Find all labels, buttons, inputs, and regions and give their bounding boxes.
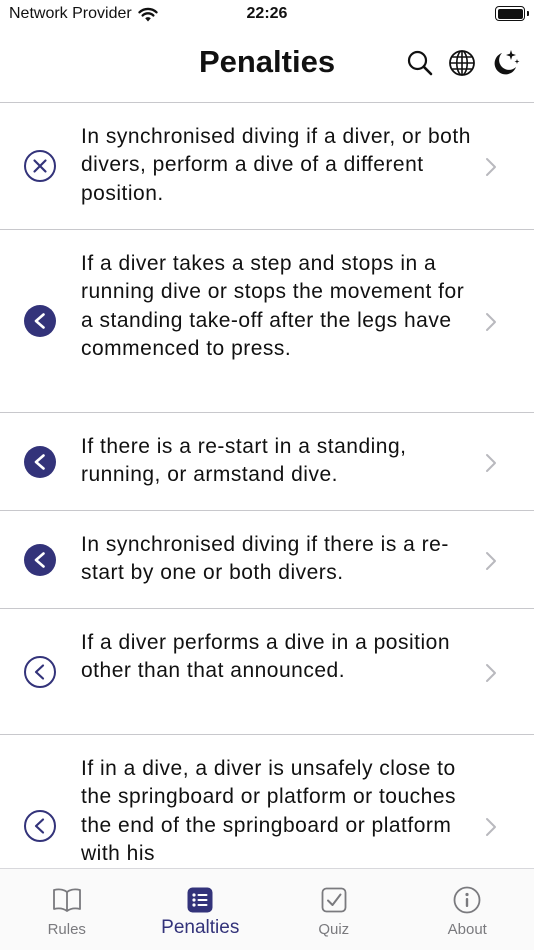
penalty-row[interactable]: If there is a re-start in a standing, ru… (0, 413, 534, 511)
tab-label: Penalties (161, 917, 240, 938)
penalty-row[interactable]: If in a dive, a diver is unsafely close … (0, 735, 534, 868)
navigation-bar: Penalties (0, 30, 534, 103)
penalty-text: In synchronised diving if there is a re-… (81, 533, 449, 585)
chevron-right-icon (486, 158, 496, 176)
tab-bar: Rules Penalties Quiz About (0, 868, 534, 950)
chevron-right-icon (486, 552, 496, 570)
penalty-text: If a diver performs a dive in a position… (81, 631, 451, 683)
chevron-right-icon (486, 818, 496, 836)
tab-label: About (447, 921, 487, 938)
penalty-text: If there is a re-start in a standing, ru… (81, 435, 407, 487)
tab-about[interactable]: About (401, 869, 534, 950)
chevron-left-filled-circle-icon (24, 446, 56, 478)
chevron-left-filled-circle-icon (24, 305, 56, 337)
tab-label: Quiz (318, 921, 350, 938)
list-icon (185, 885, 215, 915)
tab-label: Rules (47, 921, 86, 938)
language-button[interactable] (447, 48, 477, 78)
status-bar: Network Provider 22:26 (0, 0, 534, 30)
penalty-text: In synchronised diving if a diver, or bo… (81, 125, 471, 205)
chevron-left-circle-icon (24, 656, 56, 688)
penalty-row[interactable]: In synchronised diving if a diver, or bo… (0, 103, 534, 230)
chevron-left-filled-circle-icon (24, 544, 56, 576)
search-icon (407, 50, 433, 76)
penalty-row[interactable]: In synchronised diving if there is a re-… (0, 511, 534, 609)
chevron-right-icon (486, 664, 496, 682)
penalty-row[interactable]: If a diver performs a dive in a position… (0, 609, 534, 735)
battery-tip (527, 11, 529, 16)
tab-rules[interactable]: Rules (0, 869, 134, 950)
checkbox-icon (319, 885, 349, 915)
x-circle-icon (24, 150, 56, 182)
status-time: 22:26 (246, 5, 288, 22)
chevron-left-circle-icon (24, 810, 56, 842)
book-icon (52, 885, 82, 915)
tab-penalties[interactable]: Penalties (134, 869, 268, 950)
globe-icon (449, 50, 475, 76)
chevron-right-icon (486, 454, 496, 472)
dark-mode-button[interactable] (490, 48, 520, 78)
search-button[interactable] (405, 48, 435, 78)
tab-quiz[interactable]: Quiz (267, 869, 401, 950)
moon-stars-icon (494, 50, 520, 75)
battery-icon (495, 6, 525, 21)
penalty-text: If in a dive, a diver is unsafely close … (81, 757, 457, 866)
penalty-text: If a diver takes a step and stops in a r… (81, 252, 465, 361)
penalty-list[interactable]: In synchronised diving if a diver, or bo… (0, 103, 534, 868)
info-icon (452, 885, 482, 915)
chevron-right-icon (486, 313, 496, 331)
penalty-row[interactable]: If a diver takes a step and stops in a r… (0, 230, 534, 413)
